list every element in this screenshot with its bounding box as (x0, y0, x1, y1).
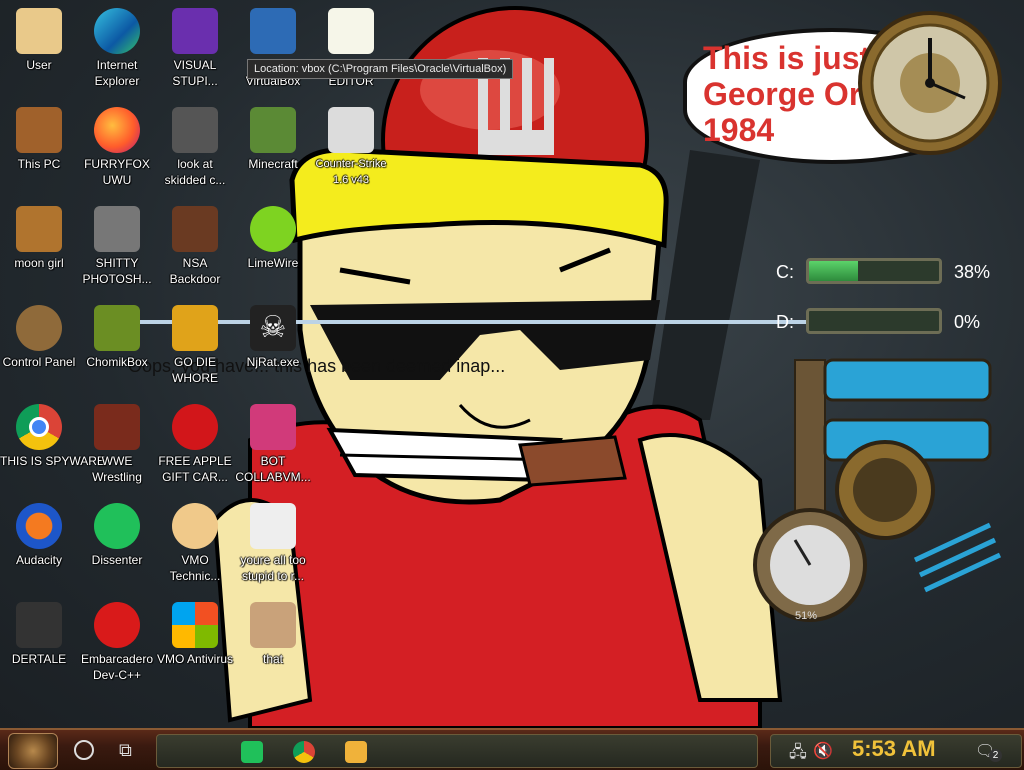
desktop-icon-user[interactable]: User (0, 4, 78, 98)
portrait-icon (250, 503, 296, 549)
desktop-icon-visual-studio[interactable]: VISUAL STUPI... (156, 4, 234, 98)
desktop-icon-dissenter[interactable]: Dissenter (78, 499, 156, 593)
desktop-icon-free-apple-gift-card[interactable]: FREE APPLE GIFT CAR... (156, 400, 234, 494)
start-button[interactable] (8, 733, 58, 769)
chomikbox-icon (94, 305, 140, 351)
search-icon[interactable] (74, 740, 94, 760)
limewire-icon (250, 206, 296, 252)
cpu-gauge-value: 51% (795, 610, 818, 622)
taskbar: ⧉ 🖧 🔇 🗨 2 5:53 AM (0, 728, 1024, 770)
monitor-icon (250, 404, 296, 450)
counter-strike-icon (328, 107, 374, 153)
desktop-icon-this-is-spyware[interactable]: THIS IS SPYWARE (0, 400, 105, 494)
drive-c-label: C: (776, 262, 794, 282)
desktop-icon-dertale[interactable]: DERTALE (0, 598, 78, 692)
desktop-icon-audacity[interactable]: Audacity (0, 499, 78, 593)
desktop-icon-furryfox[interactable]: FURRYFOX UWU (78, 103, 156, 197)
drive-c-gauge-fill (809, 261, 859, 281)
desktop-icon-go-die[interactable]: GO DIE WHORE (156, 301, 234, 395)
user-folder-icon (16, 8, 62, 54)
desktop[interactable]: This is just like George Orwell's 1984 O… (0, 0, 1024, 728)
steampunk-pipes-icon (753, 358, 1002, 622)
desktop-icon-nsa-backdoor[interactable]: NSA Backdoor (156, 202, 234, 296)
dev-cpp-icon (94, 602, 140, 648)
desktop-icon-minecraft[interactable]: Minecraft (234, 103, 312, 197)
desktop-icon-counter-strike[interactable]: Counter-Strike 1.6 v43 (312, 103, 390, 197)
clock-widget-icon[interactable] (855, 8, 1005, 158)
desktop-icon-vmo-technic[interactable]: VMO Technic... (156, 499, 234, 593)
volume-muted-icon[interactable]: 🔇 (813, 741, 833, 761)
moon-girl-icon (16, 206, 62, 252)
desktop-icon-editor[interactable]: EDITOR (312, 4, 390, 98)
drive-d-percent: 0% (954, 312, 981, 332)
delphi-icon (172, 305, 218, 351)
virtualbox-icon (250, 8, 296, 54)
dissenter-icon (94, 503, 140, 549)
desktop-icon-skidded-code[interactable]: look at skidded c... (156, 103, 234, 197)
task-view-icon[interactable]: ⧉ (119, 740, 132, 761)
this-pc-icon (16, 107, 62, 153)
gimp-icon (94, 206, 140, 252)
drive-d-gauge (806, 308, 942, 334)
network-icon[interactable]: 🖧 (789, 741, 807, 768)
hxd-editor-icon (328, 8, 374, 54)
control-panel-icon (16, 305, 62, 351)
firefox-icon (94, 107, 140, 153)
desktop-icon-internet-explorer[interactable]: Internet Explorer (78, 4, 156, 98)
taskbar-app-dissenter[interactable] (241, 741, 263, 763)
taskbar-app-file-explorer[interactable] (345, 741, 367, 763)
drive-c-percent: 38% (954, 262, 991, 282)
nsa-backdoor-icon (172, 206, 218, 252)
taskbar-apps (156, 734, 758, 768)
that-icon (250, 602, 296, 648)
audacity-icon (16, 503, 62, 549)
apple-icon (172, 404, 218, 450)
chrome-icon (16, 404, 62, 450)
desktop-icon-moon-girl[interactable]: moon girl (0, 202, 78, 296)
taskbar-app-chrome[interactable] (293, 741, 315, 763)
desktop-icon-njrat[interactable]: ☠ NjRat.exe (234, 301, 312, 395)
desktop-icon-bot-collabvm[interactable]: BOT COLLABVM... (234, 400, 312, 494)
unity-icon (16, 602, 62, 648)
edge-icon (94, 8, 140, 54)
desktop-icon-chomikbox[interactable]: ChomikBox (78, 301, 156, 395)
copy-windows-icon (172, 107, 218, 153)
drive-d-label: D: (776, 312, 794, 332)
person-icon (172, 503, 218, 549)
desktop-icon-too-stupid[interactable]: youre all too stupid to r... (234, 499, 312, 593)
desktop-icon-control-panel[interactable]: Control Panel (0, 301, 78, 395)
desktop-icon-vmo-antivirus[interactable]: VMO Antivirus (156, 598, 234, 692)
visual-studio-icon (172, 8, 218, 54)
desktop-icon-shitty-photoshop[interactable]: SHITTY PHOTOSH... (78, 202, 156, 296)
desktop-icon-wwe-wrestling[interactable]: WWE Wrestling (78, 400, 156, 494)
desktop-icon-virtualbox[interactable]: VirtualBox (234, 4, 312, 98)
skull-icon: ☠ (250, 305, 296, 351)
desktop-icon-dev-cpp[interactable]: Embarcadero Dev-C++ (78, 598, 156, 692)
notification-count: 2 (989, 749, 1002, 762)
shield-icon (172, 602, 218, 648)
desktop-icon-that[interactable]: that (234, 598, 312, 692)
desktop-icon-this-pc[interactable]: This PC (0, 103, 78, 197)
drive-c-gauge (806, 258, 942, 284)
desktop-icon-limewire[interactable]: LimeWire (234, 202, 312, 296)
wwe-wrestling-icon (94, 404, 140, 450)
taskbar-clock[interactable]: 5:53 AM (852, 736, 936, 762)
virtualbox-location-tooltip: Location: vbox (C:\Program Files\Oracle\… (247, 59, 514, 79)
minecraft-icon (250, 107, 296, 153)
